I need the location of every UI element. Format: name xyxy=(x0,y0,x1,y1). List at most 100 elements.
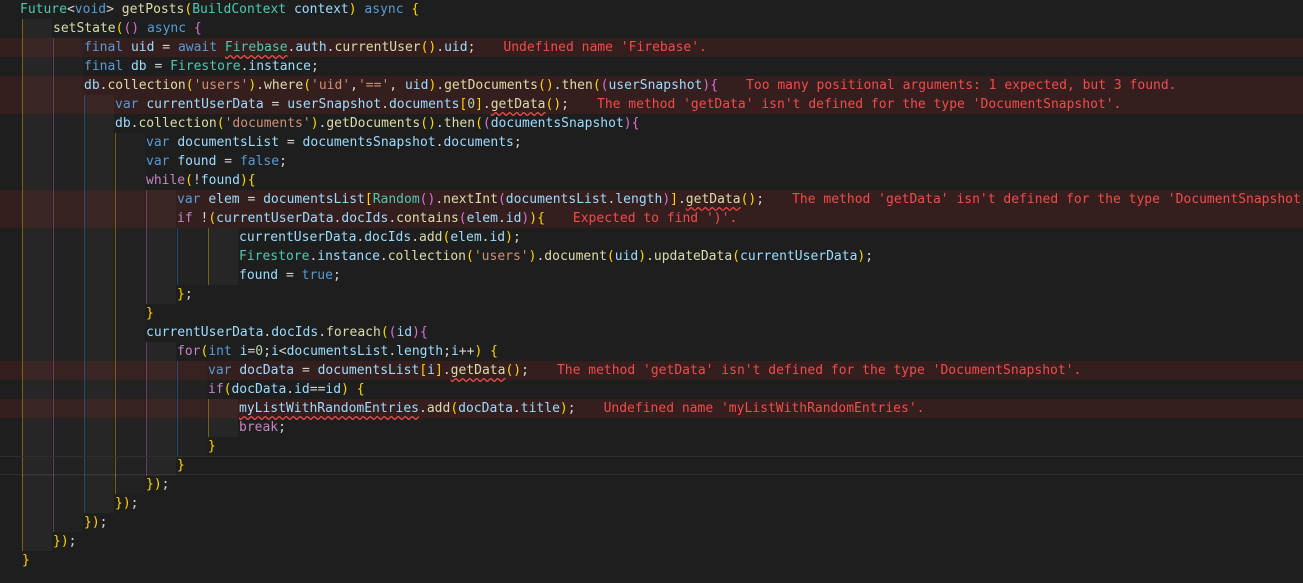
code-line[interactable]: var documentsList = documentsSnapshot.do… xyxy=(0,133,1303,152)
indent-guide xyxy=(177,399,207,418)
indent-guide xyxy=(115,152,145,171)
code-line[interactable]: var elem = documentsList[Random().nextIn… xyxy=(0,190,1303,209)
indent-guide xyxy=(53,361,83,380)
indent-guide xyxy=(115,266,145,285)
code-text: Firestore.instance.collection('users').d… xyxy=(239,249,874,264)
code-line[interactable]: db.collection('documents').getDocuments(… xyxy=(0,114,1303,133)
code-text: db.collection('users').where('uid','==',… xyxy=(84,78,1177,93)
indent-guide xyxy=(53,285,83,304)
code-line[interactable]: }; xyxy=(0,285,1303,304)
code-text: }; xyxy=(177,287,193,302)
error-message: Too many positional arguments: 1 expecte… xyxy=(746,78,1177,93)
indent-guide xyxy=(115,285,145,304)
indent-guide xyxy=(115,323,145,342)
indent-guide xyxy=(177,361,207,380)
code-line[interactable]: }); xyxy=(0,475,1303,494)
indent-guide xyxy=(22,133,52,152)
indent-guide xyxy=(146,437,176,456)
code-line[interactable]: var currentUserData = userSnapshot.docum… xyxy=(0,95,1303,114)
code-text: } xyxy=(22,553,30,568)
code-line[interactable]: var found = false; xyxy=(0,152,1303,171)
code-text: }); xyxy=(115,496,139,511)
code-text: break; xyxy=(239,420,286,435)
code-line[interactable]: currentUserData.docIds.foreach((id){ xyxy=(0,323,1303,342)
indent-guide xyxy=(208,247,238,266)
code-editor[interactable]: Future<void> getPosts(BuildContext conte… xyxy=(0,0,1303,583)
code-text: }); xyxy=(53,534,77,549)
code-line[interactable]: currentUserData.docIds.add(elem.id); xyxy=(0,228,1303,247)
code-line[interactable]: Future<void> getPosts(BuildContext conte… xyxy=(0,0,1303,19)
indent-guide xyxy=(115,304,145,323)
indent-guide xyxy=(84,171,114,190)
indent-guide xyxy=(53,457,83,476)
indent-guide xyxy=(115,380,145,399)
indent-guide xyxy=(53,38,83,57)
indent-guide xyxy=(84,228,114,247)
code-line[interactable]: }); xyxy=(0,532,1303,551)
error-message: The method 'getData' isn't defined for t… xyxy=(597,97,1122,112)
indent-guide xyxy=(53,437,83,456)
code-line[interactable]: if !(currentUserData.docIds.contains(ele… xyxy=(0,209,1303,228)
code-text: } xyxy=(146,306,154,321)
code-text: var currentUserData = userSnapshot.docum… xyxy=(115,97,1122,112)
code-line[interactable]: }); xyxy=(0,513,1303,532)
code-text: myListWithRandomEntries.add(docData.titl… xyxy=(239,401,925,416)
indent-guide xyxy=(53,95,83,114)
indent-guide xyxy=(53,171,83,190)
indent-guide xyxy=(53,76,83,95)
indent-guide xyxy=(22,171,52,190)
code-text: if !(currentUserData.docIds.contains(ele… xyxy=(177,211,738,226)
indent-guide xyxy=(22,266,52,285)
indent-guide xyxy=(208,399,238,418)
indent-guide xyxy=(22,361,52,380)
code-line[interactable]: var docData = documentsList[i].getData()… xyxy=(0,361,1303,380)
code-text: } xyxy=(208,439,216,454)
indent-guide xyxy=(53,266,83,285)
indent-guide xyxy=(84,361,114,380)
code-text: }); xyxy=(146,477,170,492)
code-line[interactable]: }); xyxy=(0,494,1303,513)
code-line[interactable]: break; xyxy=(0,418,1303,437)
code-line[interactable]: for(int i=0;i<documentsList.length;i++) … xyxy=(0,342,1303,361)
indent-guide xyxy=(53,190,83,209)
indent-guide xyxy=(84,190,114,209)
code-line[interactable]: final uid = await Firebase.auth.currentU… xyxy=(0,38,1303,57)
indent-guide xyxy=(146,247,176,266)
code-line[interactable]: while(!found){ xyxy=(0,171,1303,190)
indent-guide xyxy=(84,285,114,304)
code-line[interactable]: } xyxy=(0,437,1303,456)
code-line[interactable]: final db = Firestore.instance; xyxy=(0,57,1303,76)
indent-guide xyxy=(146,285,176,304)
indent-guide xyxy=(84,304,114,323)
indent-guide xyxy=(84,133,114,152)
indent-guide xyxy=(53,513,83,532)
error-message: Undefined name 'myListWithRandomEntries'… xyxy=(603,401,925,416)
indent-guide xyxy=(53,304,83,323)
indent-guide xyxy=(22,457,52,476)
indent-guide xyxy=(84,209,114,228)
code-text: }); xyxy=(84,515,108,530)
code-line[interactable]: Firestore.instance.collection('users').d… xyxy=(0,247,1303,266)
code-line[interactable]: } xyxy=(0,551,1303,570)
indent-guide xyxy=(22,437,52,456)
indent-guide xyxy=(84,152,114,171)
indent-guide xyxy=(22,304,52,323)
code-line[interactable]: } xyxy=(0,456,1303,476)
code-line[interactable]: db.collection('users').where('uid','==',… xyxy=(0,76,1303,95)
indent-guide xyxy=(115,475,145,494)
indent-guide xyxy=(84,494,114,513)
indent-guide xyxy=(177,247,207,266)
indent-guide xyxy=(53,133,83,152)
code-line[interactable]: } xyxy=(0,304,1303,323)
code-line[interactable]: myListWithRandomEntries.add(docData.titl… xyxy=(0,399,1303,418)
indent-guide xyxy=(22,418,52,437)
indent-guide xyxy=(84,342,114,361)
code-line[interactable]: found = true; xyxy=(0,266,1303,285)
error-message: Expected to find ')'. xyxy=(572,211,738,226)
indent-guide xyxy=(115,342,145,361)
error-message: The method 'getData' isn't defined for t… xyxy=(556,363,1082,378)
indent-guide xyxy=(22,76,52,95)
indent-guide xyxy=(22,342,52,361)
code-line[interactable]: if(docData.id==id) { xyxy=(0,380,1303,399)
code-line[interactable]: setState(() async { xyxy=(0,19,1303,38)
